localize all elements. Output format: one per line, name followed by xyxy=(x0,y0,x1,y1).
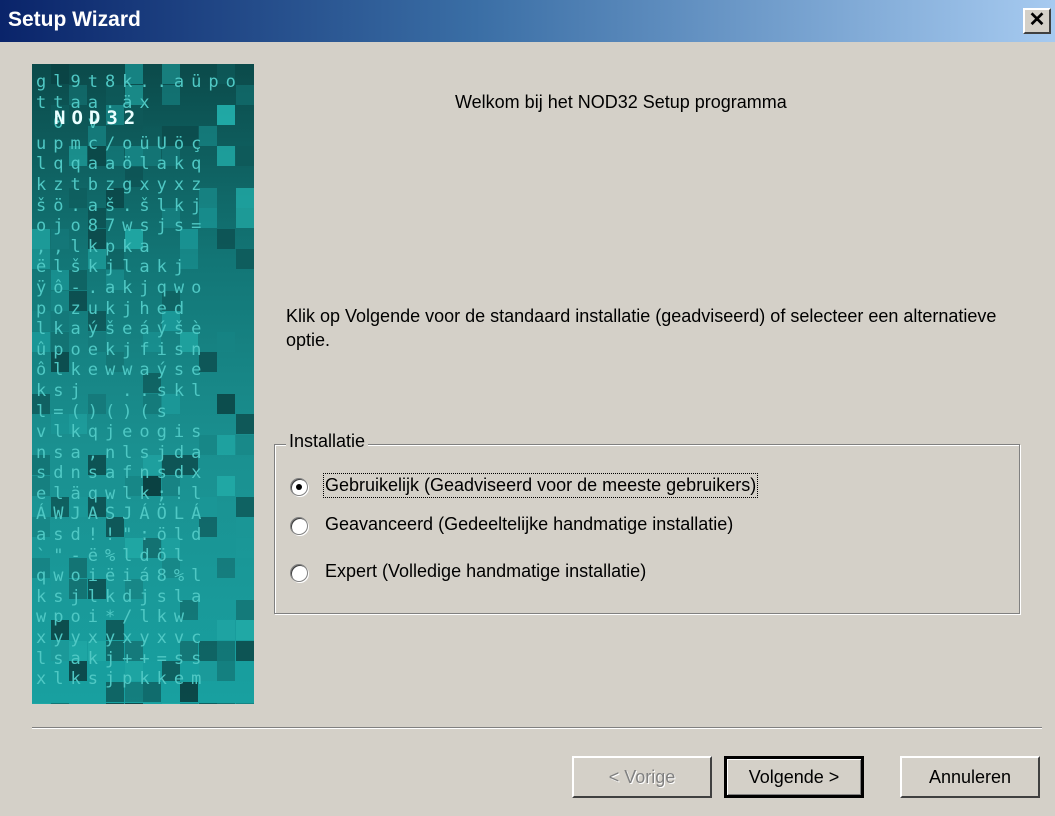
welcome-heading: Welkom bij het NOD32 Setup programma xyxy=(455,92,787,112)
close-icon: ✕ xyxy=(1028,9,1046,31)
banner-tile xyxy=(124,702,143,704)
radio-label-expert[interactable]: Expert (Volledige handmatige installatie… xyxy=(325,561,646,582)
window-title: Setup Wizard xyxy=(8,8,141,31)
radio-button-advanced[interactable] xyxy=(290,517,308,535)
intro-text: Klik op Volgende voor de standaard insta… xyxy=(286,306,997,350)
cancel-button[interactable]: Annuleren xyxy=(900,756,1040,798)
close-button[interactable]: ✕ xyxy=(1023,8,1051,34)
banner-tile xyxy=(235,702,254,704)
banner-tile xyxy=(161,702,180,704)
radio-label-advanced[interactable]: Geavanceerd (Gedeeltelijke handmatige in… xyxy=(325,514,733,535)
groupbox-label: Installatie xyxy=(286,431,369,452)
nod32-banner-image: gl9t8k..aüpo ttaa.äx 0 v upmc/oüUöç lqqa… xyxy=(32,64,254,704)
banner-tile xyxy=(217,702,235,704)
radio-button-expert[interactable] xyxy=(290,564,308,582)
radio-selected-dot xyxy=(296,484,302,490)
banner-logo: NOD32 xyxy=(54,107,142,129)
banner-tile xyxy=(180,702,198,704)
title-bar: Setup Wizard ✕ xyxy=(0,0,1055,42)
radio-button-typical[interactable] xyxy=(290,478,308,496)
banner-tile xyxy=(32,702,50,704)
banner-glyph-text: gl9t8k..aüpo ttaa.äx 0 v upmc/oüUöç lqqa… xyxy=(36,72,243,690)
footer-separator xyxy=(32,727,1042,729)
banner-tile xyxy=(106,702,124,704)
banner-tile xyxy=(50,702,69,704)
back-button[interactable]: < Vorige xyxy=(572,756,712,798)
radio-label-typical[interactable]: Gebruikelijk (Geadviseerd voor de meeste… xyxy=(322,473,759,498)
next-button[interactable]: Volgende > xyxy=(724,756,864,798)
banner-tile xyxy=(198,702,217,704)
